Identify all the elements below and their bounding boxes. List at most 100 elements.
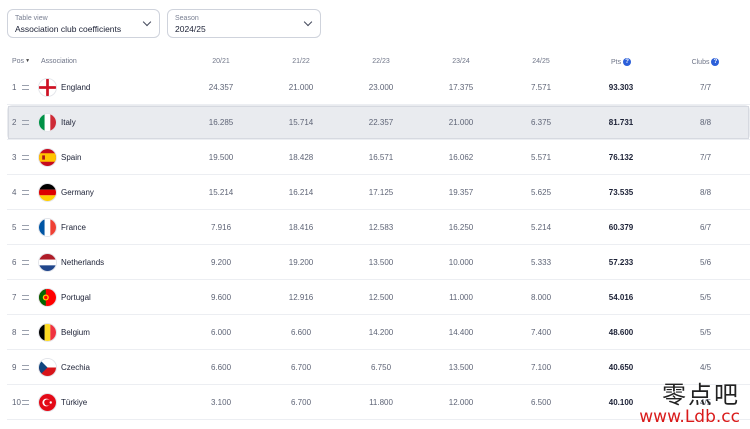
association-name: England <box>61 82 91 92</box>
season-3-value: 14.200 <box>341 314 422 350</box>
season-3-value: 6.750 <box>341 349 422 385</box>
table-row[interactable]: 6 Netherlands 9.200 19.200 13.500 10.000… <box>7 244 750 280</box>
season-5-value: 6.500 <box>501 384 582 420</box>
association-cell[interactable]: Türkiye <box>39 384 182 420</box>
no-change-icon <box>22 349 40 385</box>
season-4-value: 12.000 <box>421 384 502 420</box>
season-2-value: 18.416 <box>261 209 342 245</box>
table-view-dropdown[interactable]: Table view Association club coefficients <box>7 9 160 38</box>
association-name: Belgium <box>61 327 90 337</box>
season-dropdown[interactable]: Season 2024/25 <box>167 9 321 38</box>
association-cell[interactable]: Italy <box>39 104 182 140</box>
season-4-value: 10.000 <box>421 244 502 280</box>
season-5-value: 6.375 <box>501 104 582 140</box>
season-1-value: 7.916 <box>181 209 262 245</box>
association-cell[interactable]: Belgium <box>39 314 182 350</box>
table-header: Pos▼ Association 20/21 21/22 22/23 23/24… <box>7 53 750 70</box>
season-3-value: 16.571 <box>341 139 422 175</box>
season-3-value: 22.357 <box>341 104 422 140</box>
italy-flag-icon <box>39 113 57 131</box>
association-cell[interactable]: Spain <box>39 139 182 175</box>
turkiye-flag-icon <box>39 393 57 411</box>
clubs-value: 8/8 <box>661 104 750 140</box>
points-value: 93.303 <box>581 70 662 105</box>
header-association[interactable]: Association <box>39 53 181 70</box>
association-cell[interactable]: France <box>39 209 182 245</box>
row-position: 6 <box>7 244 22 280</box>
association-name: Türkiye <box>61 397 88 407</box>
association-cell[interactable]: Germany <box>39 174 182 210</box>
header-clubs[interactable]: Clubs? <box>661 53 750 70</box>
association-cell[interactable]: Czechia <box>39 349 182 385</box>
clubs-value: 4/5 <box>661 349 750 385</box>
header-pos[interactable]: Pos▼ <box>7 53 39 70</box>
season-5-value: 5.571 <box>501 139 582 175</box>
season-3-value: 12.500 <box>341 279 422 315</box>
clubs-value: 8/8 <box>661 174 750 210</box>
table-row[interactable]: 4 Germany 15.214 16.214 17.125 19.357 5.… <box>7 174 750 210</box>
row-position: 5 <box>7 209 22 245</box>
no-change-icon <box>22 70 40 105</box>
table-view-label: Table view <box>15 15 48 22</box>
no-change-icon <box>22 279 40 315</box>
association-name: Italy <box>61 117 76 127</box>
table-row[interactable]: 8 Belgium 6.000 6.600 14.200 14.400 7.40… <box>7 314 750 350</box>
netherlands-flag-icon <box>39 253 57 271</box>
association-cell[interactable]: Netherlands <box>39 244 182 280</box>
england-flag-icon <box>39 78 57 96</box>
association-cell[interactable]: Portugal <box>39 279 182 315</box>
season-2-value: 6.700 <box>261 349 342 385</box>
season-1-value: 15.214 <box>181 174 262 210</box>
header-season-5[interactable]: 24/25 <box>501 53 581 70</box>
table-row[interactable]: 9 Czechia 6.600 6.700 6.750 13.500 7.100… <box>7 349 750 385</box>
season-5-value: 5.214 <box>501 209 582 245</box>
season-4-value: 19.357 <box>421 174 502 210</box>
france-flag-icon <box>39 218 57 236</box>
info-icon[interactable]: ? <box>711 57 720 66</box>
season-1-value: 24.357 <box>181 70 262 105</box>
season-4-value: 21.000 <box>421 104 502 140</box>
table-row[interactable]: 7 Portugal 9.600 12.916 12.500 11.000 8.… <box>7 279 750 315</box>
row-position: 10 <box>7 384 22 420</box>
association-name: Czechia <box>61 362 90 372</box>
season-5-value: 7.400 <box>501 314 582 350</box>
season-1-value: 6.600 <box>181 349 262 385</box>
points-value: 54.016 <box>581 279 662 315</box>
season-label: Season <box>175 15 199 22</box>
points-value: 73.535 <box>581 174 662 210</box>
season-3-value: 23.000 <box>341 70 422 105</box>
table-row[interactable]: 2 Italy 16.285 15.714 22.357 21.000 6.37… <box>7 104 750 140</box>
season-5-value: 7.100 <box>501 349 582 385</box>
clubs-value: 5/6 <box>661 244 750 280</box>
season-1-value: 6.000 <box>181 314 262 350</box>
points-value: 40.650 <box>581 349 662 385</box>
season-4-value: 16.250 <box>421 209 502 245</box>
info-icon[interactable]: ? <box>623 57 632 66</box>
season-3-value: 11.800 <box>341 384 422 420</box>
filters-bar: Table view Association club coefficients… <box>7 9 321 38</box>
row-position: 3 <box>7 139 22 175</box>
table-row[interactable]: 1 England 24.357 21.000 23.000 17.375 7.… <box>7 70 750 105</box>
table-row[interactable]: 5 France 7.916 18.416 12.583 16.250 5.21… <box>7 209 750 245</box>
header-pts[interactable]: Pts? <box>581 53 661 70</box>
association-name: Germany <box>61 187 94 197</box>
clubs-value: 7/7 <box>661 139 750 175</box>
season-1-value: 3.100 <box>181 384 262 420</box>
association-name: Netherlands <box>61 257 105 267</box>
season-5-value: 5.625 <box>501 174 582 210</box>
season-2-value: 6.600 <box>261 314 342 350</box>
season-4-value: 11.000 <box>421 279 502 315</box>
season-2-value: 19.200 <box>261 244 342 280</box>
clubs-value: 4/5 <box>661 384 750 420</box>
header-season-1[interactable]: 20/21 <box>181 53 261 70</box>
points-value: 81.731 <box>581 104 662 140</box>
table-row[interactable]: 10 Türkiye 3.100 6.700 11.800 12.000 6.5… <box>7 384 750 420</box>
season-5-value: 5.333 <box>501 244 582 280</box>
header-season-4[interactable]: 23/24 <box>421 53 501 70</box>
belgium-flag-icon <box>39 323 57 341</box>
table-row[interactable]: 3 Spain 19.500 18.428 16.571 16.062 5.57… <box>7 139 750 175</box>
header-season-3[interactable]: 22/23 <box>341 53 421 70</box>
season-1-value: 19.500 <box>181 139 262 175</box>
association-cell[interactable]: England <box>39 70 182 105</box>
header-season-2[interactable]: 21/22 <box>261 53 341 70</box>
